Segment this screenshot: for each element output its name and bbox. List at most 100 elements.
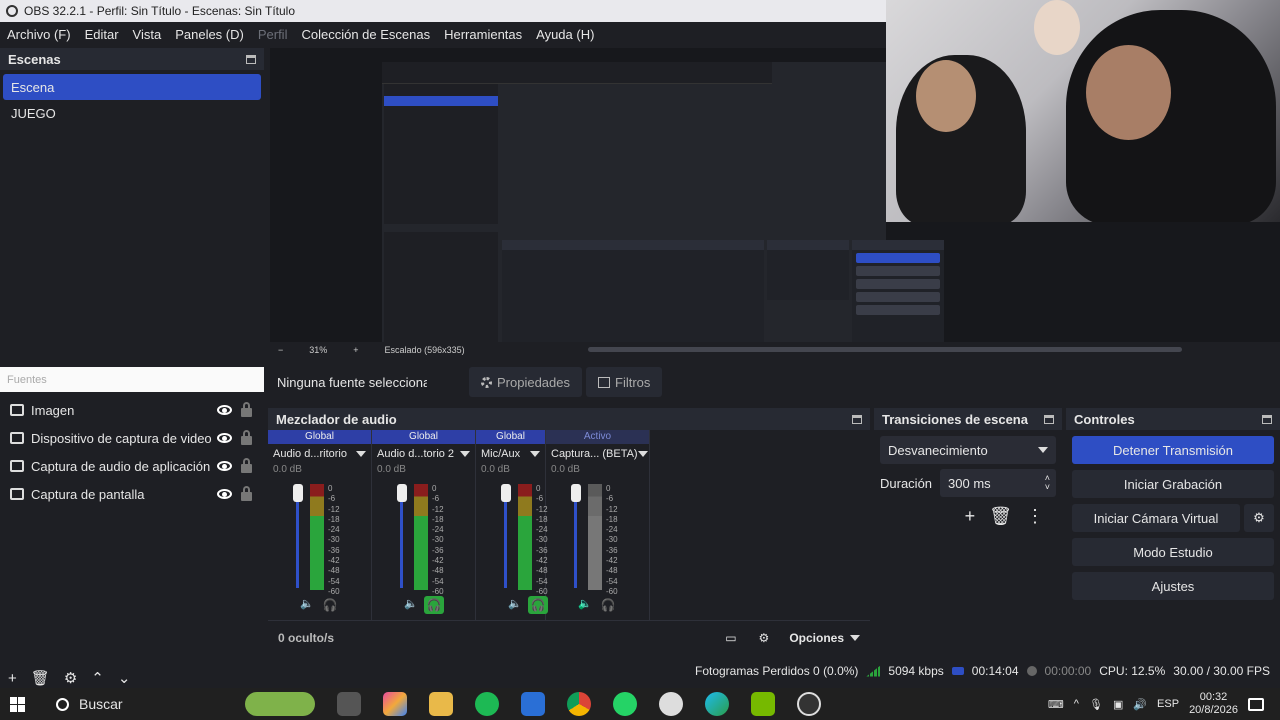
channel-name: Audio d...torio 2 bbox=[377, 448, 455, 460]
menu-archivo[interactable]: Archivo (F) bbox=[7, 27, 71, 42]
lock-icon[interactable] bbox=[241, 430, 252, 445]
headphones-monitor-icon[interactable]: 🎧 bbox=[598, 596, 618, 614]
meter-scale: 0 -6 -12 -18 -24 -30 -36 -42 -48 -54 -60 bbox=[328, 484, 340, 597]
menu-perfil[interactable]: Perfil bbox=[258, 27, 288, 42]
undock-icon[interactable] bbox=[852, 414, 862, 424]
speaker-icon[interactable] bbox=[508, 597, 522, 610]
menu-editar[interactable]: Editar bbox=[85, 27, 119, 42]
filters-button[interactable]: Filtros bbox=[586, 367, 663, 397]
chevron-up-icon[interactable]: ⌃ bbox=[91, 669, 104, 687]
properties-button[interactable]: Propiedades bbox=[469, 367, 582, 397]
menu-ayuda[interactable]: Ayuda (H) bbox=[536, 27, 594, 42]
volume-slider-track[interactable] bbox=[574, 488, 577, 588]
mixer-options-button[interactable]: Opciones bbox=[789, 631, 860, 645]
visibility-eye-icon[interactable] bbox=[217, 433, 232, 443]
source-item-screen-capture[interactable]: Captura de pantalla bbox=[0, 480, 264, 508]
trash-icon[interactable]: 🗑 bbox=[31, 669, 50, 687]
volume-slider-track[interactable] bbox=[296, 488, 299, 588]
keyboard-icon[interactable]: ⌨ bbox=[1048, 698, 1064, 711]
add-icon[interactable]: + bbox=[965, 506, 976, 527]
volume-slider-track[interactable] bbox=[400, 488, 403, 588]
language-indicator[interactable]: ESP bbox=[1157, 698, 1179, 710]
studio-mode-button[interactable]: Modo Estudio bbox=[1072, 538, 1274, 566]
chevron-up-icon[interactable]: ^ bbox=[1074, 698, 1079, 710]
nvidia-icon[interactable] bbox=[751, 692, 775, 716]
settings-button[interactable]: Ajustes bbox=[1072, 572, 1274, 600]
channel-name-dropdown[interactable]: Mic/Aux bbox=[476, 444, 545, 464]
preview-scrollbar[interactable] bbox=[588, 347, 1182, 352]
speaker-icon[interactable] bbox=[300, 597, 314, 610]
zoom-in-icon[interactable]: + bbox=[353, 345, 358, 355]
channel-name-dropdown[interactable]: Captura... (BETA) bbox=[546, 444, 649, 464]
speaker-icon[interactable] bbox=[404, 597, 418, 610]
virtual-cam-button[interactable]: Iniciar Cámara Virtual bbox=[1072, 504, 1240, 532]
menu-vista[interactable]: Vista bbox=[133, 27, 162, 42]
start-recording-button[interactable]: Iniciar Grabación bbox=[1072, 470, 1274, 498]
headphones-monitor-icon[interactable]: 🎧 bbox=[320, 596, 340, 614]
windows-start-icon[interactable] bbox=[0, 688, 34, 720]
gear-icon[interactable]: ⚙ bbox=[64, 669, 77, 687]
volume-slider-handle[interactable] bbox=[571, 484, 581, 502]
more-vertical-icon[interactable]: ⋮ bbox=[1026, 506, 1044, 527]
microphone-icon[interactable]: 🎙 bbox=[1089, 698, 1103, 711]
trash-icon[interactable]: 🗑 bbox=[989, 506, 1012, 527]
visibility-eye-icon[interactable] bbox=[217, 461, 232, 471]
file-explorer-icon[interactable] bbox=[429, 692, 453, 716]
chevron-down-icon[interactable]: ⌄ bbox=[118, 669, 131, 687]
source-item-video-capture[interactable]: Dispositivo de captura de video bbox=[0, 424, 264, 452]
layout-icon[interactable]: ▭ bbox=[725, 631, 736, 645]
menu-herramientas[interactable]: Herramientas bbox=[444, 27, 522, 42]
zoom-out-icon[interactable]: − bbox=[278, 345, 283, 355]
channel-name-dropdown[interactable]: Audio d...ritorio bbox=[268, 444, 371, 464]
lock-icon[interactable] bbox=[241, 402, 252, 417]
network-icon[interactable]: ▣ bbox=[1113, 698, 1123, 711]
task-view-icon[interactable] bbox=[337, 692, 361, 716]
scale-tick: -30 bbox=[328, 535, 340, 545]
volume-slider-handle[interactable] bbox=[501, 484, 511, 502]
duration-spinbox[interactable]: 300 ms ˄ ˅ bbox=[940, 469, 1057, 497]
headphones-monitor-icon[interactable]: 🎧 bbox=[528, 596, 548, 614]
edge-icon[interactable] bbox=[705, 692, 729, 716]
channel-name-dropdown[interactable]: Audio d...torio 2 bbox=[372, 444, 475, 464]
volume-slider-track[interactable] bbox=[504, 488, 507, 588]
context-bar: Ninguna fuente seleccionada Propiedades … bbox=[268, 365, 1280, 399]
clock[interactable]: 00:32 20/8/2026 bbox=[1189, 691, 1238, 717]
chrome-icon[interactable] bbox=[567, 692, 591, 716]
undock-icon[interactable] bbox=[1262, 414, 1272, 424]
stop-stream-button[interactable]: Detener Transmisión bbox=[1072, 436, 1274, 464]
visibility-eye-icon[interactable] bbox=[217, 489, 232, 499]
menu-paneles[interactable]: Paneles (D) bbox=[175, 27, 244, 42]
volume-slider-handle[interactable] bbox=[293, 484, 303, 502]
undock-icon[interactable] bbox=[246, 54, 256, 64]
live-icon bbox=[951, 667, 964, 675]
add-icon[interactable]: + bbox=[8, 670, 17, 687]
lock-icon[interactable] bbox=[241, 486, 252, 501]
mixer-settings-icon[interactable]: ⚙ bbox=[759, 631, 770, 645]
outlook-icon[interactable] bbox=[521, 692, 545, 716]
source-item-imagen[interactable]: Imagen bbox=[0, 396, 264, 424]
muted-speaker-icon[interactable] bbox=[578, 597, 592, 610]
scene-item-escena[interactable]: Escena bbox=[3, 74, 261, 100]
xbox-icon[interactable] bbox=[659, 692, 683, 716]
volume-slider-handle[interactable] bbox=[397, 484, 407, 502]
visibility-eye-icon[interactable] bbox=[217, 405, 232, 415]
transition-select[interactable]: Desvanecimiento bbox=[880, 436, 1056, 464]
scene-item-juego[interactable]: JUEGO bbox=[3, 100, 261, 126]
menu-coleccion-escenas[interactable]: Colección de Escenas bbox=[301, 27, 430, 42]
volume-icon[interactable]: 🔊 bbox=[1133, 698, 1147, 711]
copilot-icon[interactable] bbox=[383, 692, 407, 716]
notification-icon[interactable] bbox=[1248, 697, 1264, 711]
widgets-icon[interactable] bbox=[245, 692, 315, 716]
whatsapp-icon[interactable] bbox=[613, 692, 637, 716]
scale-mode[interactable]: Escalado (596x335) bbox=[385, 345, 465, 355]
channel-db: 0.0 dB bbox=[481, 464, 510, 475]
gear-icon[interactable]: ⚙ bbox=[1244, 504, 1274, 532]
lock-icon[interactable] bbox=[241, 458, 252, 473]
source-item-app-audio[interactable]: Captura de audio de aplicación bbox=[0, 452, 264, 480]
spotify-icon[interactable] bbox=[475, 692, 499, 716]
taskbar-search[interactable]: Buscar bbox=[34, 688, 234, 720]
undock-icon[interactable] bbox=[1044, 414, 1054, 424]
spin-arrows-icon[interactable]: ˄ ˅ bbox=[1045, 474, 1050, 492]
headphones-monitor-icon[interactable]: 🎧 bbox=[424, 596, 444, 614]
obs-taskbar-icon[interactable] bbox=[797, 692, 821, 716]
